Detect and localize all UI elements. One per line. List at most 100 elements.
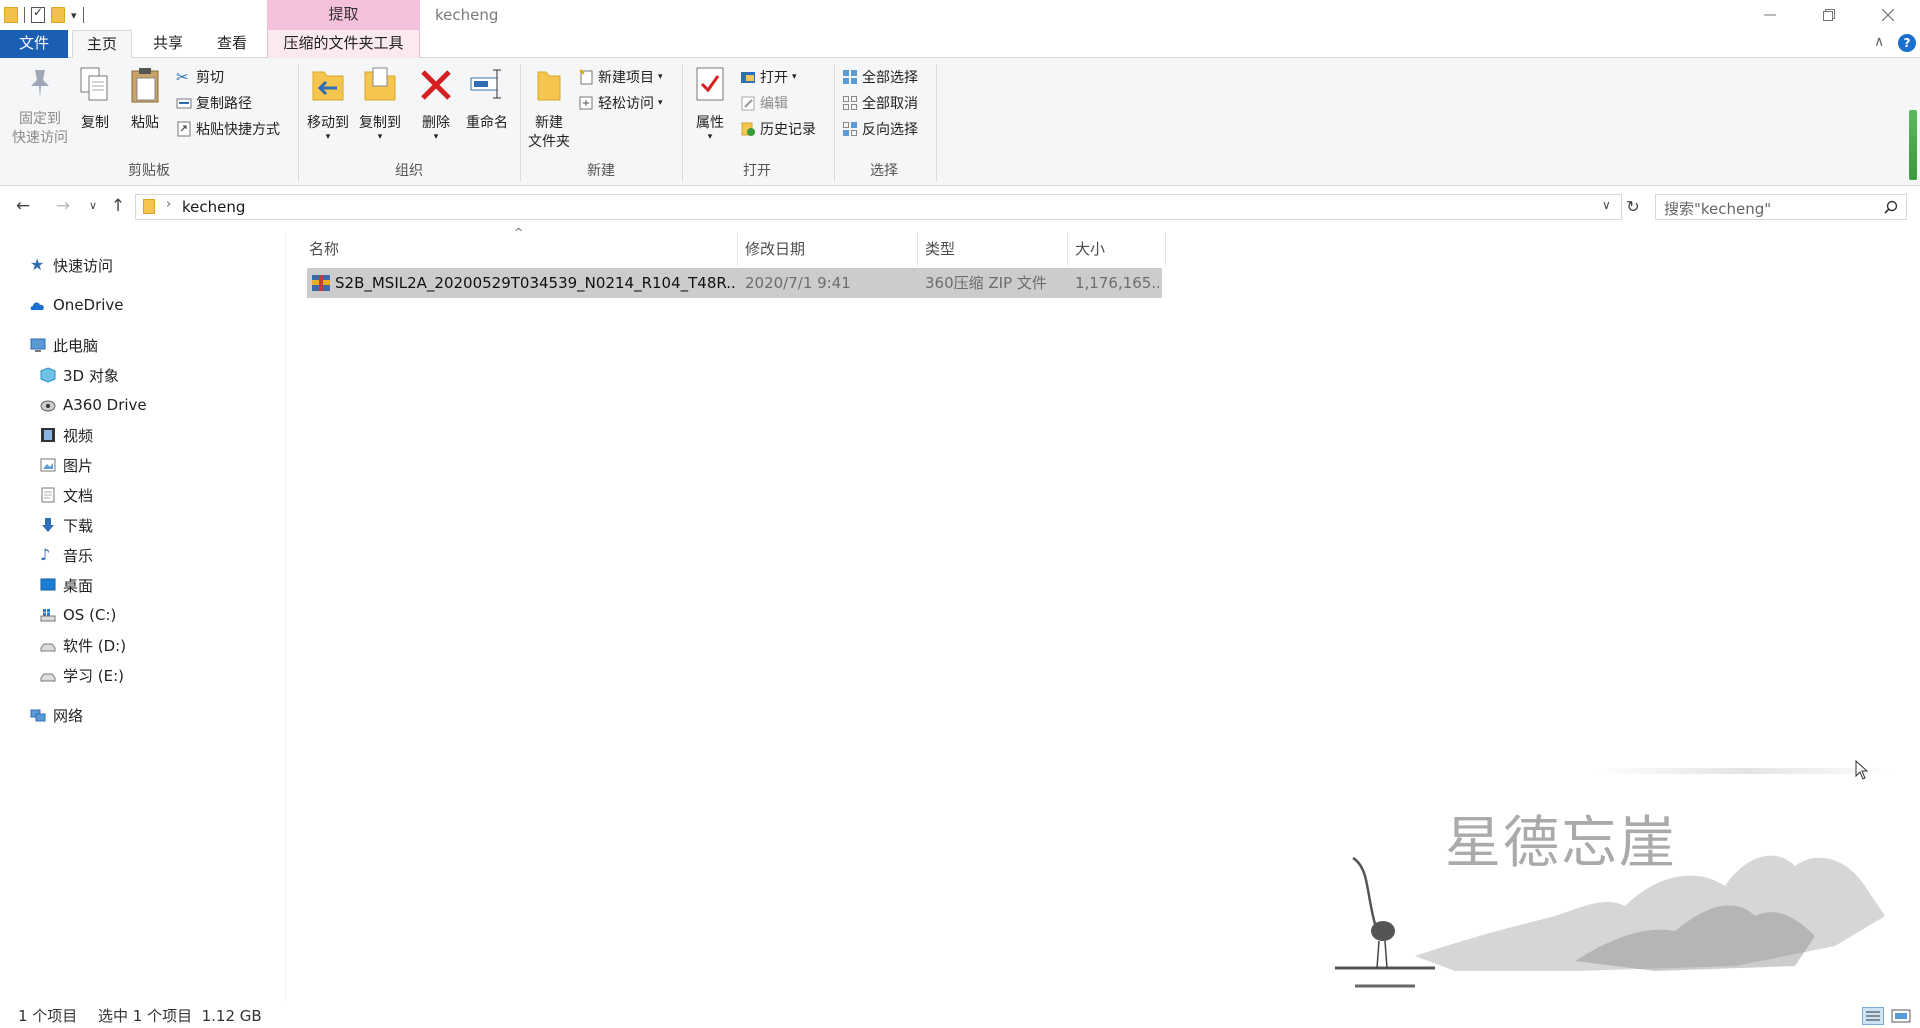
dropdown-arrow-icon: ▾ [792, 72, 797, 82]
sidebar-item-onedrive[interactable]: OneDrive [30, 292, 124, 318]
sidebar-item-network[interactable]: 网络 [30, 702, 83, 728]
ribbon-scroll-indicator [1909, 110, 1917, 180]
delete-button[interactable]: 删除 ▾ [414, 66, 458, 142]
file-list: ^ 名称 修改日期 类型 大小 S2B_MSIL2A_20200529T0345… [287, 226, 1920, 1002]
sidebar-item-3d-objects[interactable]: 3D 对象 [40, 362, 119, 388]
column-header-name[interactable]: 名称 [309, 236, 339, 262]
title-bar: ▾ 提取 kecheng [0, 0, 1920, 30]
select-none-button[interactable]: 全部取消 [842, 92, 918, 114]
column-header-modified[interactable]: 修改日期 [745, 236, 805, 262]
back-arrow-icon[interactable]: ← [10, 196, 36, 216]
cut-button[interactable]: ✂ 剪切 [176, 66, 224, 88]
sidebar-item-drive-c[interactable]: OS (C:) [40, 602, 116, 628]
paste-shortcut-icon [177, 121, 191, 137]
easy-access-button[interactable]: 轻松访问 ▾ [578, 92, 663, 114]
sidebar-item-desktop[interactable]: 桌面 [40, 572, 93, 598]
move-to-icon [312, 71, 344, 101]
sidebar-item-a360-drive[interactable]: A360 Drive [40, 392, 147, 418]
properties-check-icon[interactable] [31, 5, 45, 23]
search-input[interactable]: 搜索"kecheng" [1655, 194, 1907, 220]
download-arrow-icon [42, 518, 54, 532]
sidebar-item-drive-d[interactable]: 软件 (D:) [40, 632, 126, 658]
column-header-type[interactable]: 类型 [925, 236, 955, 262]
paste-shortcut-button[interactable]: 粘贴快捷方式 [176, 118, 280, 140]
column-header-size[interactable]: 大小 [1075, 236, 1105, 262]
selection-info: 选中 1 个项目 1.12 GB [98, 1007, 262, 1025]
open-button[interactable]: 打开 ▾ [740, 66, 797, 88]
up-arrow-icon[interactable]: ↑ [105, 196, 131, 216]
column-divider[interactable] [917, 232, 918, 266]
windows-drive-icon [40, 609, 56, 622]
history-button[interactable]: 历史记录 [740, 118, 816, 140]
sidebar-item-videos[interactable]: 视频 [40, 422, 93, 448]
organize-group-label: 组织 [395, 163, 423, 179]
copy-to-button[interactable]: 复制到 ▾ [356, 66, 404, 142]
breadcrumb-kecheng[interactable]: kecheng [182, 198, 245, 216]
tab-compressed-folder-tools[interactable]: 压缩的文件夹工具 [267, 30, 420, 58]
collapse-ribbon-icon[interactable]: ∧ [1874, 34, 1884, 50]
sidebar-item-quick-access[interactable]: ★ 快速访问 [30, 252, 113, 278]
star-icon: ★ [30, 255, 45, 274]
move-to-button[interactable]: 移动到 ▾ [304, 66, 352, 142]
music-note-icon: ♪ [40, 545, 51, 564]
details-view-icon[interactable] [1862, 1007, 1884, 1025]
new-item-button[interactable]: 新建项目 ▾ [578, 66, 663, 88]
paste-button[interactable]: 粘贴 [124, 66, 166, 133]
customize-toolbar-dropdown[interactable]: ▾ [71, 9, 77, 22]
properties-button[interactable]: 属性 ▾ [688, 66, 732, 142]
new-folder-icon[interactable] [51, 7, 65, 23]
pin-to-quick-access-button[interactable]: 固定到 快速访问 [4, 66, 76, 148]
window-title: kecheng [435, 6, 499, 24]
address-dropdown-chevron-icon[interactable]: ∨ [1602, 198, 1611, 212]
sidebar-item-downloads[interactable]: 下载 [40, 512, 93, 538]
sidebar-item-this-pc[interactable]: 此电脑 [30, 332, 98, 358]
forward-arrow-icon[interactable]: → [50, 196, 76, 216]
dropdown-arrow-icon: ▾ [377, 132, 383, 142]
invert-selection-icon [843, 122, 857, 136]
large-icons-view-icon[interactable] [1890, 1007, 1912, 1025]
tab-file[interactable]: 文件 [0, 30, 68, 58]
recent-locations-chevron-icon[interactable]: ∨ [80, 199, 106, 212]
copy-path-button[interactable]: 复制路径 [176, 92, 252, 114]
refresh-icon[interactable]: ↻ [1620, 197, 1646, 216]
select-all-button[interactable]: 全部选择 [842, 66, 918, 88]
new-item-icon [579, 69, 593, 85]
sidebar-item-pictures[interactable]: 图片 [40, 452, 93, 478]
table-row[interactable]: S2B_MSIL2A_20200529T034539_N0214_R104_T4… [307, 268, 1162, 298]
rename-button[interactable]: 重命名 [462, 66, 512, 133]
copy-button[interactable]: 复制 [74, 66, 116, 133]
group-separator [936, 64, 937, 182]
column-divider[interactable] [1165, 232, 1166, 266]
sidebar-item-documents[interactable]: 文档 [40, 482, 93, 508]
edit-button[interactable]: 编辑 [740, 92, 788, 114]
clipboard-group-label: 剪贴板 [128, 163, 170, 179]
file-size: 1,176,165... [1075, 274, 1159, 292]
sidebar-item-drive-e[interactable]: 学习 (E:) [40, 662, 124, 688]
paste-icon [131, 68, 159, 103]
invert-selection-button[interactable]: 反向选择 [842, 118, 918, 140]
file-type: 360压缩 ZIP 文件 [925, 274, 1047, 292]
delete-x-icon [421, 70, 451, 100]
new-folder-button[interactable]: 新建 文件夹 [524, 66, 574, 152]
close-button[interactable] [1864, 0, 1912, 30]
breadcrumb-separator-icon[interactable]: › [166, 197, 171, 212]
address-bar-row: ← → ∨ ↑ › kecheng ∨ ↻ 搜索"kecheng" [0, 190, 1920, 224]
sidebar-item-music[interactable]: ♪ 音乐 [40, 542, 93, 568]
quick-access-toolbar: ▾ [4, 5, 84, 25]
select-group-label: 选择 [870, 163, 898, 179]
minimize-button[interactable] [1746, 0, 1794, 30]
rename-icon [470, 69, 501, 99]
search-placeholder: 搜索"kecheng" [1664, 200, 1772, 218]
help-icon[interactable]: ? [1898, 34, 1916, 52]
restore-button[interactable] [1805, 0, 1853, 30]
column-divider[interactable] [1067, 232, 1068, 266]
tab-view[interactable]: 查看 [202, 30, 262, 58]
address-box[interactable]: › kecheng ∨ [135, 194, 1622, 220]
tab-home[interactable]: 主页 [72, 30, 132, 59]
tab-share[interactable]: 共享 [138, 30, 198, 58]
easy-access-icon [579, 96, 593, 110]
scissors-icon: ✂ [176, 68, 189, 86]
column-divider[interactable] [737, 232, 738, 266]
a360-drive-icon [40, 400, 56, 412]
separator [82, 7, 84, 23]
